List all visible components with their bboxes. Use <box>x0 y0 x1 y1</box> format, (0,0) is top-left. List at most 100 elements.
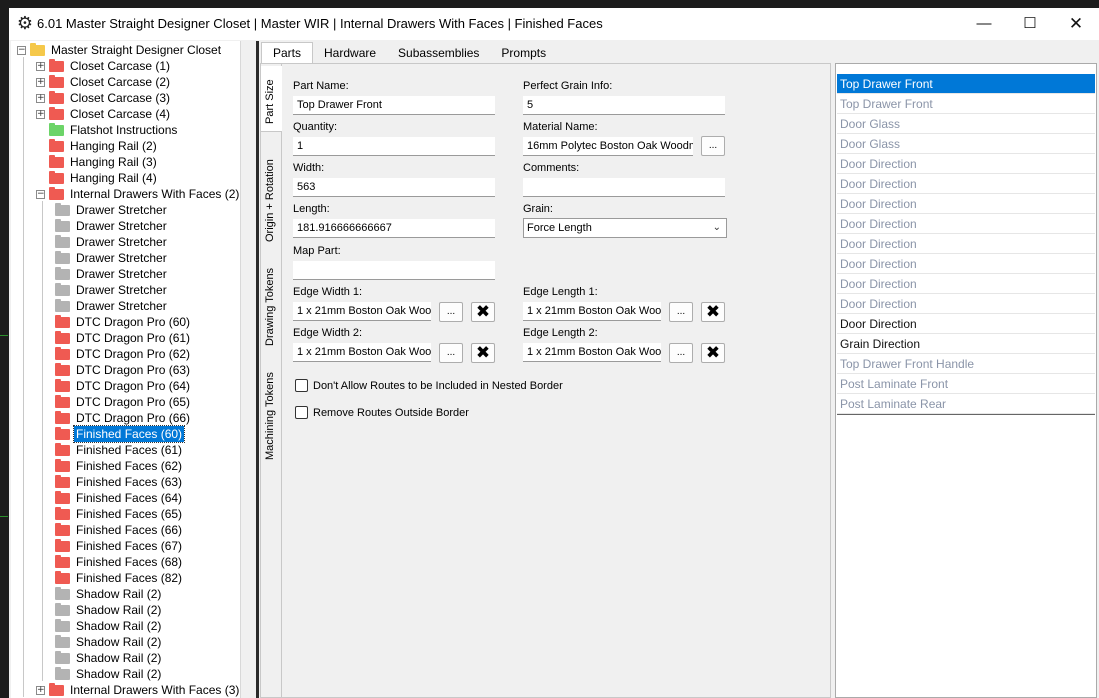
no-routes-in-nested-border-option[interactable]: Don't Allow Routes to be Included in Nes… <box>295 379 563 392</box>
tree-item[interactable]: + Closet Carcase (2) <box>36 74 172 90</box>
tree-item[interactable]: Drawer Stretcher <box>55 250 169 266</box>
parts-list-item[interactable]: Top Drawer Front <box>837 94 1095 114</box>
tab-prompts[interactable]: Prompts <box>490 43 557 63</box>
tree-item[interactable]: Hanging Rail (4) <box>36 170 159 186</box>
gear-icon[interactable]: ⚙ <box>15 13 35 33</box>
vtab-part-size[interactable]: Part Size <box>261 66 282 132</box>
tree-item[interactable]: DTC Dragon Pro (63) <box>55 362 192 378</box>
parts-list-item[interactable]: Door Direction <box>837 274 1095 294</box>
tree-item[interactable]: DTC Dragon Pro (60) <box>55 314 192 330</box>
tree-item[interactable]: DTC Dragon Pro (64) <box>55 378 192 394</box>
edge-length2-clear-icon[interactable]: ✖ <box>701 343 725 363</box>
parts-list-item[interactable]: Post Laminate Front <box>837 374 1095 394</box>
vtab-machining-tokens[interactable]: Machining Tokens <box>261 364 282 464</box>
parts-list-item[interactable]: Door Glass <box>837 134 1095 154</box>
quantity-field[interactable]: 1 <box>293 137 495 156</box>
tree-item[interactable]: Shadow Rail (2) <box>55 650 163 666</box>
tree-item[interactable]: Finished Faces (67) <box>55 538 184 554</box>
tab-parts[interactable]: Parts <box>261 42 314 64</box>
tree-item[interactable]: Finished Faces (65) <box>55 506 184 522</box>
panel-splitter[interactable] <box>241 41 256 698</box>
parts-list-item[interactable]: Grain Direction <box>837 334 1095 354</box>
parts-list-item[interactable]: Door Direction <box>837 254 1095 274</box>
remove-routes-outside-border-option[interactable]: Remove Routes Outside Border <box>295 406 469 419</box>
tree-item[interactable]: DTC Dragon Pro (65) <box>55 394 192 410</box>
tree-item[interactable]: Shadow Rail (2) <box>55 618 163 634</box>
parts-list-item[interactable]: Door Direction <box>837 194 1095 214</box>
tree-item[interactable]: Shadow Rail (2) <box>55 602 163 618</box>
edge-width1-browse-button[interactable]: ... <box>439 302 463 322</box>
tab-hardware[interactable]: Hardware <box>313 43 387 63</box>
tree-item[interactable]: + Closet Carcase (4) <box>36 106 172 122</box>
minimize-button[interactable]: — <box>961 8 1007 40</box>
tree-item[interactable]: Drawer Stretcher <box>55 282 169 298</box>
tree-item[interactable]: DTC Dragon Pro (62) <box>55 346 192 362</box>
expand-icon[interactable]: + <box>36 77 45 87</box>
parts-list-item[interactable]: Door Direction <box>837 294 1095 314</box>
parts-list-item[interactable]: Door Direction <box>837 174 1095 194</box>
tree-item[interactable]: Finished Faces (66) <box>55 522 184 538</box>
maximize-button[interactable]: ☐ <box>1007 8 1053 40</box>
tree-item[interactable]: + Internal Drawers With Faces (3) <box>36 682 240 698</box>
vtab-origin-rotation[interactable]: Origin + Rotation <box>261 154 282 246</box>
collapse-icon[interactable]: − <box>17 45 26 55</box>
tree-item[interactable]: Drawer Stretcher <box>55 234 169 250</box>
tree-item[interactable]: Drawer Stretcher <box>55 218 169 234</box>
perfect-grain-field[interactable]: 5 <box>523 96 725 115</box>
tree-item[interactable]: Finished Faces (64) <box>55 490 184 506</box>
edge-length1-clear-icon[interactable]: ✖ <box>701 302 725 322</box>
edge-width2-field[interactable]: 1 x 21mm Boston Oak Wooc <box>293 343 431 362</box>
tree-item[interactable]: Hanging Rail (2) <box>36 138 159 154</box>
tree-item[interactable]: Shadow Rail (2) <box>55 586 163 602</box>
tree-item[interactable]: Finished Faces (63) <box>55 474 184 490</box>
tree-item[interactable]: Flatshot Instructions <box>36 122 179 138</box>
parts-list-item[interactable]: Door Direction <box>837 234 1095 254</box>
tree-item[interactable]: Shadow Rail (2) <box>55 666 163 682</box>
parts-list-item[interactable]: Door Glass <box>837 114 1095 134</box>
parts-list[interactable]: Top Drawer Front Top Drawer Front Door Gla… <box>835 63 1097 698</box>
close-button[interactable]: ✕ <box>1053 8 1099 40</box>
tab-subassemblies[interactable]: Subassemblies <box>387 43 490 63</box>
tree-item[interactable]: Shadow Rail (2) <box>55 634 163 650</box>
map-part-field[interactable] <box>293 261 495 280</box>
expand-icon[interactable]: + <box>36 93 45 103</box>
tree-item[interactable]: + Closet Carcase (1) <box>36 58 172 74</box>
tree-item[interactable]: Hanging Rail (3) <box>36 154 159 170</box>
tree-item[interactable]: DTC Dragon Pro (61) <box>55 330 192 346</box>
remove-routes-outside-border-checkbox[interactable] <box>295 406 308 419</box>
edge-length1-browse-button[interactable]: ... <box>669 302 693 322</box>
part-name-field[interactable]: Top Drawer Front <box>293 96 495 115</box>
grain-select[interactable]: Force Length ⌄ <box>523 218 727 238</box>
tree-item[interactable]: Finished Faces (82) <box>55 570 184 586</box>
parts-list-item[interactable]: Post Laminate Rear <box>837 394 1095 414</box>
tree-item[interactable]: DTC Dragon Pro (66) <box>55 410 192 426</box>
tree-item[interactable]: + Closet Carcase (3) <box>36 90 172 106</box>
collapse-icon[interactable]: − <box>36 189 45 199</box>
material-browse-button[interactable]: ... <box>701 136 725 156</box>
edge-length1-field[interactable]: 1 x 21mm Boston Oak Wooc <box>523 302 661 321</box>
assembly-tree[interactable]: − Master Straight Designer Closet + Close… <box>11 41 241 698</box>
edge-length2-browse-button[interactable]: ... <box>669 343 693 363</box>
tree-item[interactable]: Finished Faces (60) <box>55 425 186 443</box>
vtab-drawing-tokens[interactable]: Drawing Tokens <box>261 260 282 350</box>
edge-width2-browse-button[interactable]: ... <box>439 343 463 363</box>
tree-root[interactable]: − Master Straight Designer Closet <box>17 42 223 58</box>
tree-item[interactable]: Drawer Stretcher <box>55 266 169 282</box>
tree-item[interactable]: Finished Faces (68) <box>55 554 184 570</box>
expand-icon[interactable]: + <box>36 61 45 71</box>
edge-width2-clear-icon[interactable]: ✖ <box>471 343 495 363</box>
parts-list-item[interactable]: Top Drawer Front <box>837 74 1095 94</box>
parts-list-item[interactable]: Top Drawer Front Handle <box>837 354 1095 374</box>
edge-width1-clear-icon[interactable]: ✖ <box>471 302 495 322</box>
parts-list-item[interactable]: Door Direction <box>837 314 1095 334</box>
expand-icon[interactable]: + <box>36 109 45 119</box>
comments-field[interactable] <box>523 178 725 197</box>
no-routes-in-nested-border-checkbox[interactable] <box>295 379 308 392</box>
expand-icon[interactable]: + <box>36 685 45 695</box>
tree-item[interactable]: Drawer Stretcher <box>55 202 169 218</box>
tree-item[interactable]: − Internal Drawers With Faces (2) <box>36 186 240 202</box>
tree-item[interactable]: Drawer Stretcher <box>55 298 169 314</box>
parts-list-item[interactable]: Door Direction <box>837 214 1095 234</box>
width-field[interactable]: 563 <box>293 178 495 197</box>
parts-list-item[interactable]: Door Direction <box>837 154 1095 174</box>
